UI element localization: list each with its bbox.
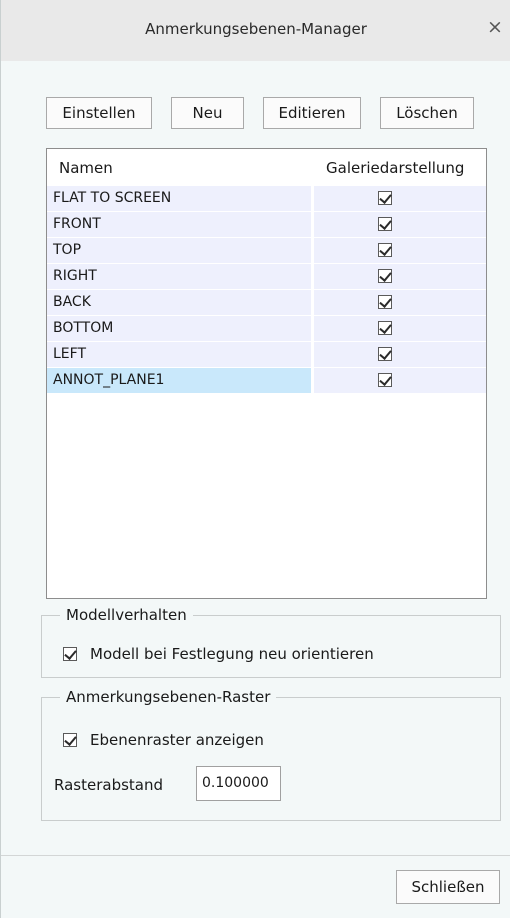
gallery-cell bbox=[314, 342, 486, 367]
gallery-checkbox[interactable] bbox=[378, 295, 392, 309]
column-header-name[interactable]: Namen bbox=[59, 159, 113, 177]
einstellen-button[interactable]: Einstellen bbox=[46, 97, 152, 129]
gallery-checkbox[interactable] bbox=[378, 373, 392, 387]
gallery-cell bbox=[314, 212, 486, 237]
table-row[interactable]: LEFT bbox=[47, 342, 486, 368]
annotation-grid-legend: Anmerkungsebenen-Raster bbox=[66, 688, 271, 706]
plane-name-cell[interactable]: BACK bbox=[47, 290, 311, 315]
gallery-checkbox[interactable] bbox=[378, 191, 392, 205]
plane-name-cell[interactable]: LEFT bbox=[47, 342, 311, 367]
dialog-title: Anmerkungsebenen-Manager bbox=[145, 20, 367, 38]
gallery-cell bbox=[314, 264, 486, 289]
gallery-checkbox[interactable] bbox=[378, 321, 392, 335]
plane-name-cell[interactable]: TOP bbox=[47, 238, 311, 263]
table-row[interactable]: ANNOT_PLANE1 bbox=[47, 368, 486, 394]
column-header-gallery[interactable]: Galeriedarstellung bbox=[326, 159, 464, 177]
gallery-checkbox[interactable] bbox=[378, 217, 392, 231]
table-row[interactable]: BOTTOM bbox=[47, 316, 486, 342]
model-behavior-group: Modellverhalten bbox=[41, 606, 501, 678]
editieren-button[interactable]: Editieren bbox=[263, 97, 361, 129]
table-row[interactable]: BACK bbox=[47, 290, 486, 316]
grid-spacing-input[interactable]: 0.100000 bbox=[196, 766, 281, 801]
gallery-cell bbox=[314, 290, 486, 315]
gallery-cell bbox=[314, 186, 486, 211]
table-row[interactable]: FRONT bbox=[47, 212, 486, 238]
gallery-checkbox[interactable] bbox=[378, 347, 392, 361]
annotation-grid-group: Anmerkungsebenen-Raster bbox=[41, 688, 501, 821]
gallery-checkbox[interactable] bbox=[378, 243, 392, 257]
reorient-model-checkbox[interactable] bbox=[63, 647, 77, 661]
grid-spacing-label: Rasterabstand bbox=[54, 776, 164, 794]
gallery-checkbox[interactable] bbox=[378, 269, 392, 283]
loeschen-button[interactable]: Löschen bbox=[380, 97, 474, 129]
close-icon[interactable]: × bbox=[487, 16, 510, 42]
plane-name-cell[interactable]: ANNOT_PLANE1 bbox=[47, 368, 311, 393]
model-behavior-legend: Modellverhalten bbox=[66, 606, 187, 624]
plane-name-cell[interactable]: RIGHT bbox=[47, 264, 311, 289]
table-row[interactable]: FLAT TO SCREEN bbox=[47, 186, 486, 212]
neu-button[interactable]: Neu bbox=[171, 97, 244, 129]
show-grid-label: Ebenenraster anzeigen bbox=[90, 731, 264, 749]
table-row[interactable]: TOP bbox=[47, 238, 486, 264]
close-button[interactable]: Schließen bbox=[396, 870, 500, 904]
show-grid-checkbox[interactable] bbox=[63, 733, 77, 747]
annotation-plane-manager-dialog: Anmerkungsebenen-Manager × Einstellen Ne… bbox=[0, 0, 510, 918]
annotation-plane-table: Namen Galeriedarstellung FLAT TO SCREEN F… bbox=[46, 148, 487, 599]
footer-divider bbox=[1, 855, 510, 856]
plane-name-cell[interactable]: FRONT bbox=[47, 212, 311, 237]
title-bar: Anmerkungsebenen-Manager × bbox=[1, 0, 510, 61]
table-row[interactable]: RIGHT bbox=[47, 264, 486, 290]
table-header: Namen Galeriedarstellung bbox=[47, 149, 486, 181]
plane-name-cell[interactable]: BOTTOM bbox=[47, 316, 311, 341]
gallery-cell bbox=[314, 316, 486, 341]
plane-name-cell[interactable]: FLAT TO SCREEN bbox=[47, 186, 311, 211]
gallery-cell bbox=[314, 368, 486, 393]
gallery-cell bbox=[314, 238, 486, 263]
reorient-model-label: Modell bei Festlegung neu orientieren bbox=[90, 645, 374, 663]
